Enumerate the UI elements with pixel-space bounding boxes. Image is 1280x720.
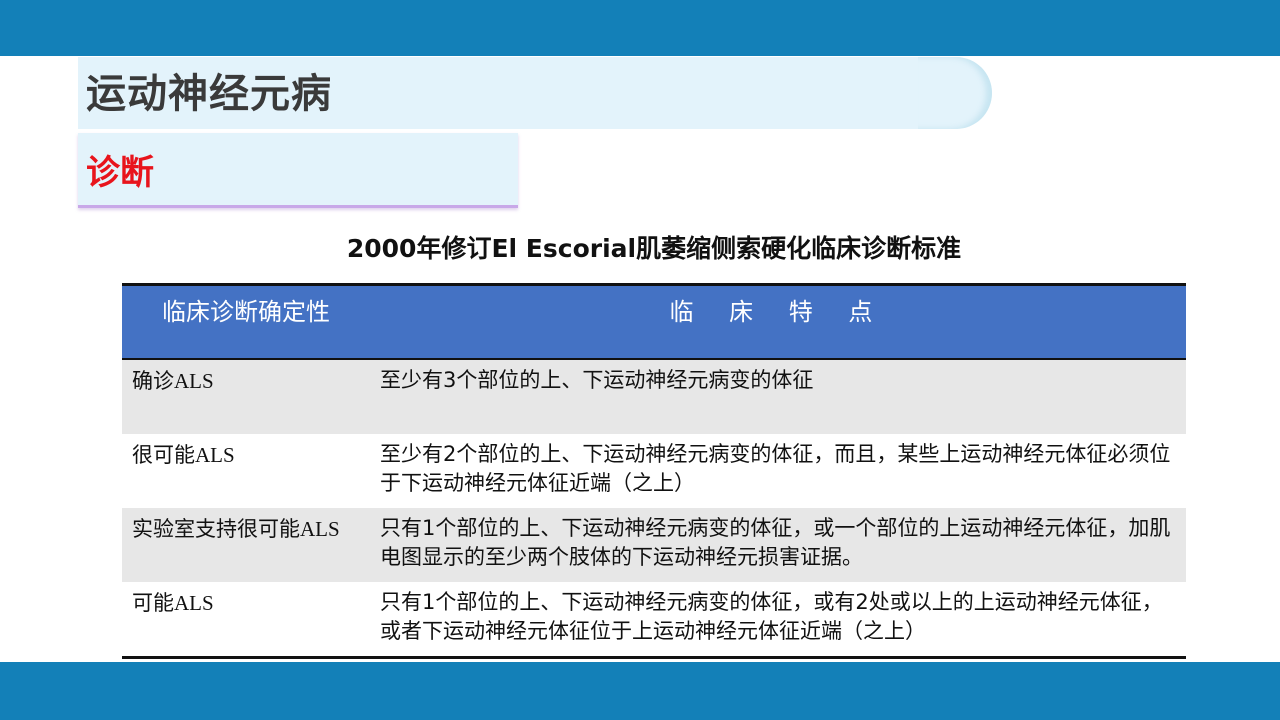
- criteria-table: 临床诊断确定性 临 床 特 点 确诊ALS 至少有3个部位的上、下运动神经元病变…: [122, 283, 1186, 659]
- row-features: 只有1个部位的上、下运动神经元病变的体征，或有2处或以上的上运动神经元体征，或者…: [380, 590, 1163, 643]
- row-certainty: 实验室支持很可能ALS: [132, 517, 340, 541]
- table-row: 确诊ALS 至少有3个部位的上、下运动神经元病变的体征: [122, 360, 1186, 434]
- row-features: 至少有3个部位的上、下运动神经元病变的体征: [380, 368, 814, 392]
- row-certainty: 确诊ALS: [132, 369, 214, 393]
- column-header-features: 临 床 特 点: [669, 298, 887, 326]
- row-features: 只有1个部位的上、下运动神经元病变的体征，或一个部位的上运动神经元体征，加肌电图…: [380, 516, 1171, 569]
- table-caption: 2000年修订El Escorial肌萎缩侧索硬化临床诊断标准: [346, 234, 962, 263]
- column-header-certainty: 临床诊断确定性: [162, 298, 330, 326]
- row-certainty: 很可能ALS: [132, 443, 235, 467]
- bottom-bar: [0, 662, 1280, 720]
- row-certainty: 可能ALS: [132, 591, 214, 615]
- row-features: 至少有2个部位的上、下运动神经元病变的体征，而且，某些上运动神经元体征必须位于下…: [380, 442, 1171, 495]
- table-row: 很可能ALS 至少有2个部位的上、下运动神经元病变的体征，而且，某些上运动神经元…: [122, 434, 1186, 508]
- section-title: 诊断: [86, 153, 154, 193]
- title-band-cap: [918, 57, 992, 129]
- top-bar: [0, 0, 1280, 56]
- table-row: 实验室支持很可能ALS 只有1个部位的上、下运动神经元病变的体征，或一个部位的上…: [122, 508, 1186, 582]
- page-title: 运动神经元病: [86, 71, 332, 117]
- table-row: 可能ALS 只有1个部位的上、下运动神经元病变的体征，或有2处或以上的上运动神经…: [122, 582, 1186, 656]
- table-header-row: 临床诊断确定性 临 床 特 点: [122, 286, 1186, 360]
